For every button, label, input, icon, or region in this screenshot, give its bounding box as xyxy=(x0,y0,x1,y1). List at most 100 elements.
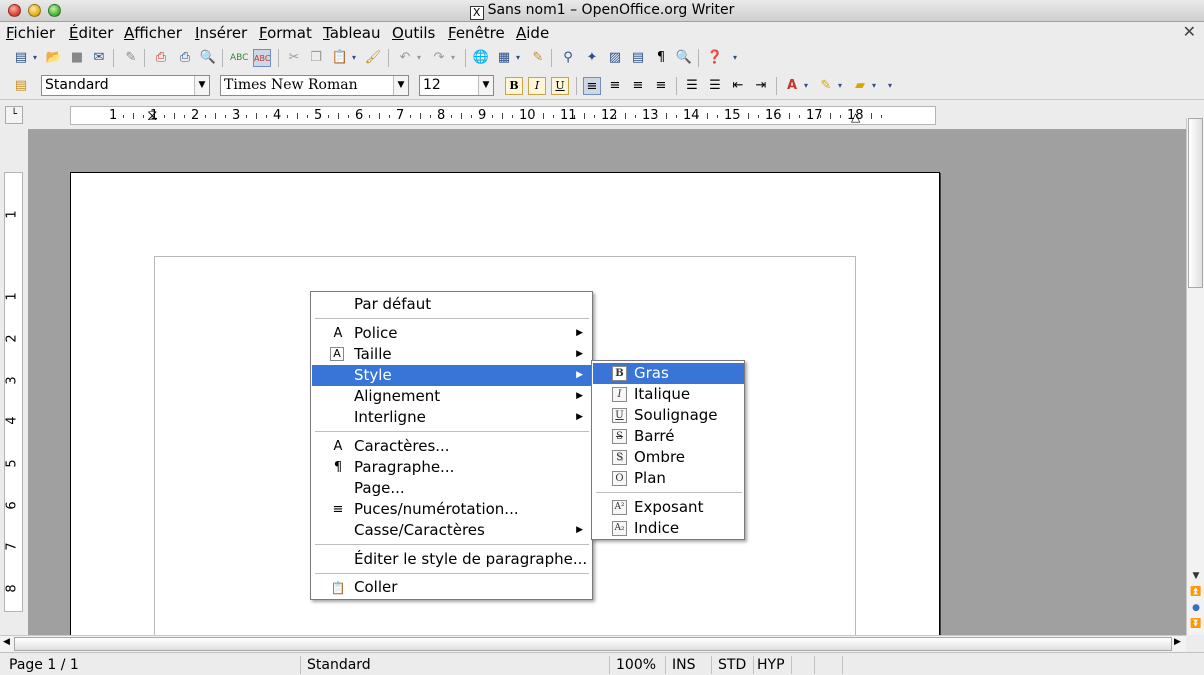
menu-outils[interactable]: Outils xyxy=(392,24,435,42)
bullets-icon[interactable]: ☰ xyxy=(706,77,724,95)
close-document-icon[interactable]: ✕ xyxy=(1183,22,1196,41)
print-preview-icon[interactable]: 🔍 xyxy=(199,49,217,67)
navigation-icon[interactable]: ● xyxy=(1189,601,1203,615)
menu-item-page[interactable]: Page... xyxy=(312,478,591,499)
background-color-icon[interactable]: ▰ xyxy=(851,77,869,95)
toolbar-overflow-icon[interactable]: ▾ xyxy=(730,49,740,67)
redo-dropdown-icon[interactable]: ▾ xyxy=(448,49,458,67)
zoom-indicator[interactable]: 100% xyxy=(609,656,665,674)
menu-item-puces-numerotation[interactable]: ≡ Puces/numérotation... xyxy=(312,499,591,520)
right-indent-marker-icon[interactable]: △ xyxy=(851,110,860,124)
highlighting-icon[interactable]: ✎ xyxy=(817,77,835,95)
font-size-combo[interactable]: 12 ▼ xyxy=(419,75,494,96)
menu-fichier[interactable]: Fichier xyxy=(6,24,55,42)
menu-item-taille[interactable]: A Taille ▶ xyxy=(312,344,591,365)
submenu-item-italique[interactable]: I Italique xyxy=(593,384,744,405)
paragraph-style-dropdown-icon[interactable]: ▼ xyxy=(194,76,209,95)
menu-item-caracteres[interactable]: A Caractères... xyxy=(312,436,591,457)
menu-editer[interactable]: Éditer xyxy=(69,24,113,42)
vertical-scroll-thumb[interactable] xyxy=(1188,118,1203,288)
data-sources-icon[interactable]: ▤ xyxy=(629,49,647,67)
indent-marker-icon[interactable]: ⧖ xyxy=(147,107,158,124)
underline-button[interactable]: U xyxy=(551,77,569,95)
table-icon[interactable]: ▦ xyxy=(495,49,513,67)
open-icon[interactable]: 📂 xyxy=(45,49,63,67)
font-size-dropdown-icon[interactable]: ▼ xyxy=(478,76,493,95)
find-replace-icon[interactable]: ⚲ xyxy=(559,49,577,67)
background-color-dropdown-icon[interactable]: ▾ xyxy=(869,77,879,95)
undo-icon[interactable]: ↶ xyxy=(396,49,414,67)
gallery-icon[interactable]: ▨ xyxy=(606,49,624,67)
submenu-item-soulignage[interactable]: U Soulignage xyxy=(593,405,744,426)
page-indicator[interactable]: Page 1 / 1 xyxy=(3,656,299,674)
submenu-item-plan[interactable]: O Plan xyxy=(593,468,744,489)
paste-icon[interactable]: 📋 xyxy=(331,49,349,67)
draw-functions-icon[interactable]: ✎ xyxy=(529,49,547,67)
cut-icon[interactable]: ✂ xyxy=(285,49,303,67)
new-document-icon[interactable]: ▤ xyxy=(12,49,30,67)
bold-button[interactable]: B xyxy=(505,77,523,95)
menu-fenetre[interactable]: Fenêtre xyxy=(448,24,505,42)
spellcheck-icon[interactable]: ABC xyxy=(230,49,248,67)
numbering-icon[interactable]: ☰ xyxy=(683,77,701,95)
vertical-scrollbar[interactable]: ▼ ⏫ ● ⏬ xyxy=(1186,118,1204,635)
toolbar2-overflow-icon[interactable]: ▾ xyxy=(885,77,895,95)
selection-mode-indicator[interactable]: STD xyxy=(711,656,753,674)
submenu-item-indice[interactable]: A₂ Indice xyxy=(593,518,744,539)
horizontal-scrollbar[interactable]: ◀ ▶ xyxy=(0,635,1186,652)
insert-mode-indicator[interactable]: INS xyxy=(665,656,711,674)
submenu-item-ombre[interactable]: S Ombre xyxy=(593,447,744,468)
help-icon[interactable]: ❓ xyxy=(706,49,724,67)
menu-item-paragraphe[interactable]: ¶ Paragraphe... xyxy=(312,457,591,478)
align-right-icon[interactable]: ≡ xyxy=(629,77,647,95)
save-icon[interactable]: ■ xyxy=(68,49,86,67)
font-color-dropdown-icon[interactable]: ▾ xyxy=(801,77,811,95)
export-pdf-icon[interactable]: ⎙ xyxy=(152,49,170,67)
next-page-icon[interactable]: ⏬ xyxy=(1189,617,1203,631)
highlighting-dropdown-icon[interactable]: ▾ xyxy=(835,77,845,95)
page-style-indicator[interactable]: Standard xyxy=(300,656,609,674)
submenu-item-exposant[interactable]: A² Exposant xyxy=(593,497,744,518)
submenu-item-gras[interactable]: B Gras xyxy=(593,363,744,384)
align-left-icon[interactable]: ≡ xyxy=(583,77,601,95)
menu-aide[interactable]: Aide xyxy=(516,24,549,42)
font-name-combo[interactable]: Times New Roman ▼ xyxy=(220,75,409,96)
italic-button[interactable]: I xyxy=(528,77,546,95)
scroll-down-icon[interactable]: ▼ xyxy=(1189,569,1203,583)
font-name-dropdown-icon[interactable]: ▼ xyxy=(393,76,408,95)
menu-item-casse-caracteres[interactable]: Casse/Caractères ▶ xyxy=(312,520,591,541)
menu-item-editer-style-paragraphe[interactable]: Éditer le style de paragraphe... xyxy=(312,549,591,570)
menu-tableau[interactable]: Tableau xyxy=(323,24,381,42)
edit-file-icon[interactable]: ✎ xyxy=(122,49,140,67)
copy-icon[interactable]: ❐ xyxy=(307,49,325,67)
menu-item-style[interactable]: Style ▶ xyxy=(312,365,591,386)
tab-stop-selector[interactable]: └ xyxy=(5,106,23,124)
align-center-icon[interactable]: ≡ xyxy=(606,77,624,95)
previous-page-icon[interactable]: ⏫ xyxy=(1189,585,1203,599)
hyphenation-indicator[interactable]: HYP xyxy=(753,656,791,674)
paste-dropdown-icon[interactable]: ▾ xyxy=(349,49,359,67)
zoom-icon[interactable]: 🔍 xyxy=(675,49,693,67)
new-dropdown-icon[interactable]: ▾ xyxy=(30,49,40,67)
menu-inserer[interactable]: Insérer xyxy=(195,24,247,42)
justify-icon[interactable]: ≡ xyxy=(652,77,670,95)
scroll-right-icon[interactable]: ▶ xyxy=(1174,637,1181,647)
auto-spellcheck-icon[interactable]: ABC xyxy=(253,49,271,67)
navigator-icon[interactable]: ✦ xyxy=(583,49,601,67)
increase-indent-icon[interactable]: ⇥ xyxy=(752,77,770,95)
submenu-item-barre[interactable]: S Barré xyxy=(593,426,744,447)
menu-item-interligne[interactable]: Interligne ▶ xyxy=(312,407,591,428)
clone-format-icon[interactable]: 🖌 xyxy=(364,49,382,67)
hyperlink-icon[interactable]: 🌐 xyxy=(472,49,490,67)
undo-dropdown-icon[interactable]: ▾ xyxy=(414,49,424,67)
menu-item-coller[interactable]: 📋 Coller xyxy=(312,577,591,598)
email-icon[interactable]: ✉ xyxy=(90,49,108,67)
horizontal-scroll-thumb[interactable] xyxy=(14,637,1172,651)
styles-formatting-icon[interactable]: ▤ xyxy=(12,77,30,95)
menu-item-police[interactable]: A Police ▶ xyxy=(312,323,591,344)
decrease-indent-icon[interactable]: ⇤ xyxy=(729,77,747,95)
print-icon[interactable]: ⎙ xyxy=(176,49,194,67)
menu-item-alignement[interactable]: Alignement ▶ xyxy=(312,386,591,407)
font-color-icon[interactable]: A xyxy=(783,77,801,95)
table-dropdown-icon[interactable]: ▾ xyxy=(513,49,523,67)
